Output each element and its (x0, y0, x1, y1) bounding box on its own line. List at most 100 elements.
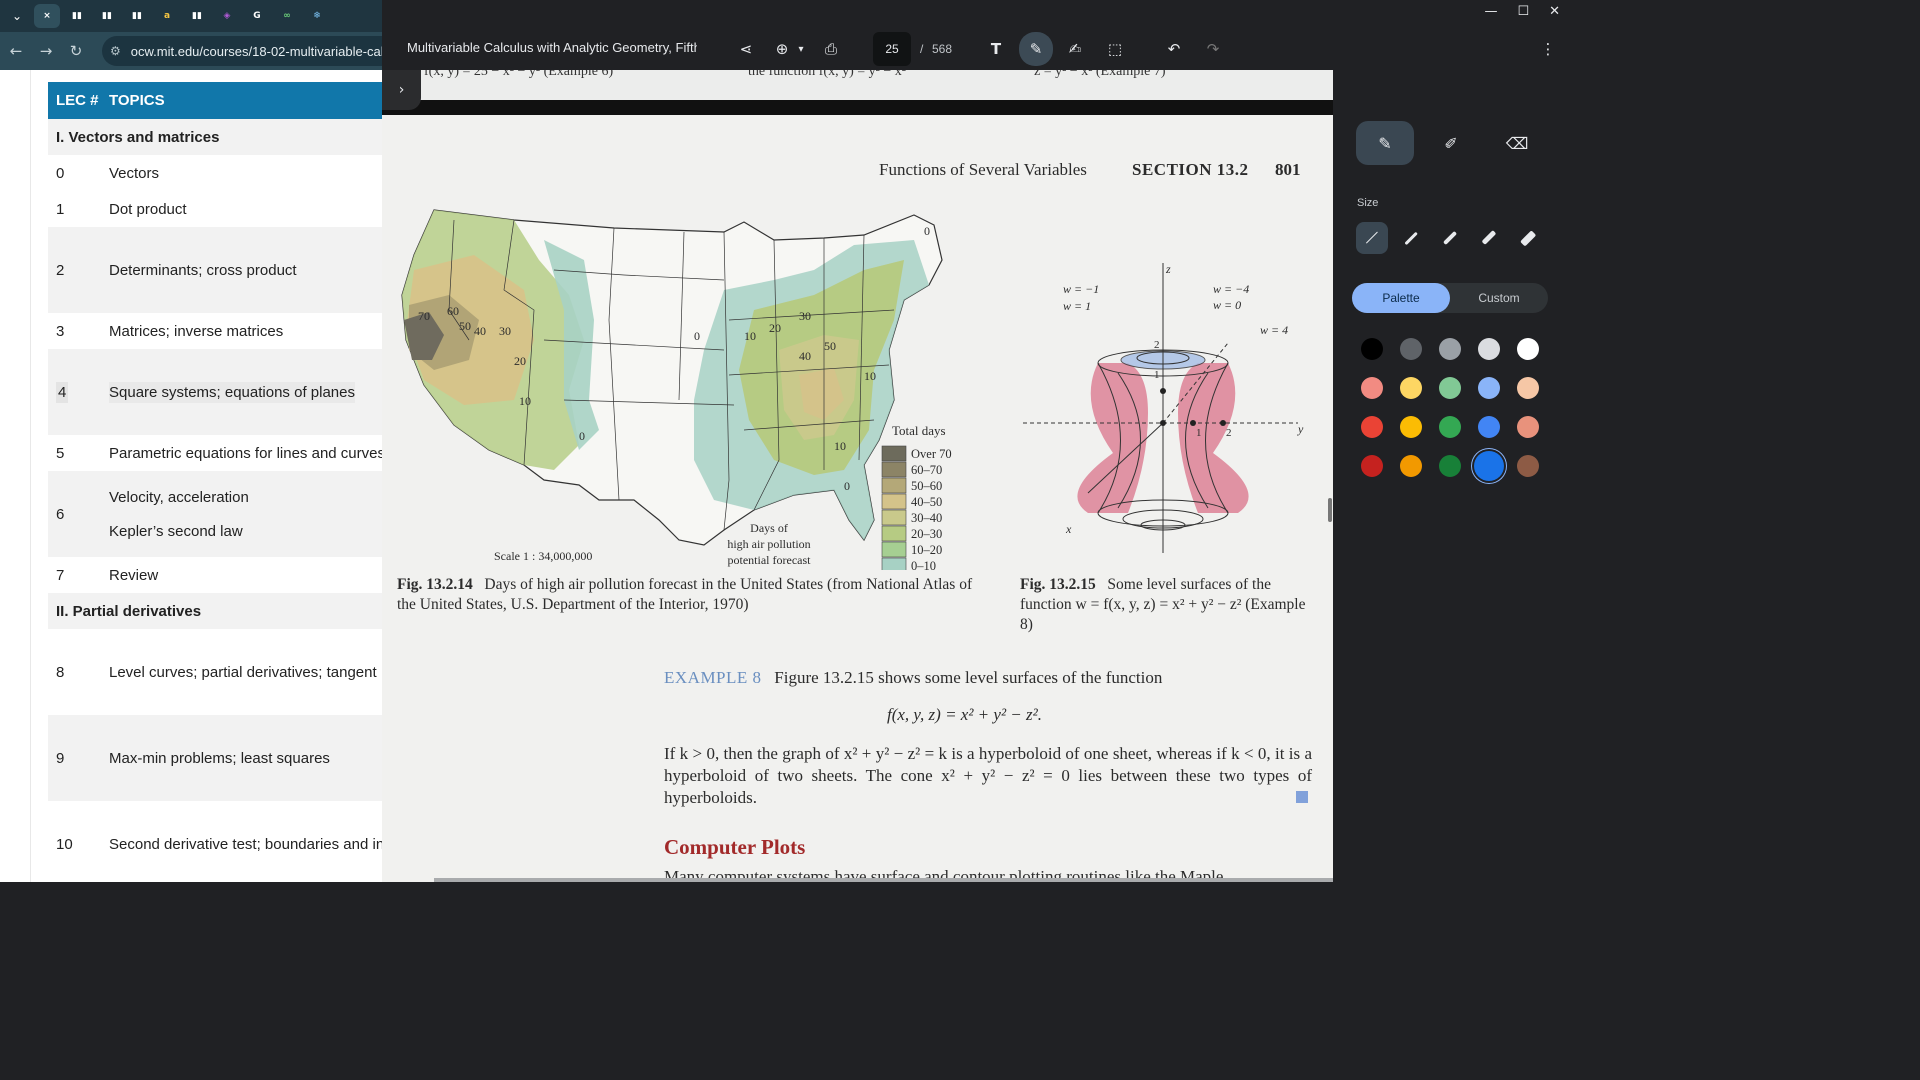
stroke-size-icon (1481, 230, 1497, 246)
annotation-marker[interactable] (1296, 791, 1308, 803)
color-swatch[interactable] (1400, 377, 1422, 399)
color-swatch[interactable] (1478, 377, 1500, 399)
address-bar[interactable]: ⚙ ocw.mit.edu/courses/18-02-multivariabl… (102, 36, 382, 66)
color-swatch[interactable] (1400, 416, 1422, 438)
color-swatch[interactable] (1478, 416, 1500, 438)
annotation-panel: ✎ ✐ ⌫ Size Palette Custom (1333, 70, 1568, 882)
legend-swatch (881, 509, 907, 526)
palette-tab[interactable]: Palette (1352, 283, 1450, 313)
reload-icon[interactable]: ↻ (68, 42, 84, 60)
tab-favicon-icon: G (253, 11, 261, 21)
color-swatch[interactable] (1439, 416, 1461, 438)
legend-label: 30–40 (911, 511, 942, 525)
color-swatch[interactable] (1517, 377, 1539, 399)
color-swatch[interactable] (1517, 338, 1539, 360)
color-swatch[interactable] (1517, 455, 1539, 477)
calendar-table: LEC # TOPICS I. Vectors and matrices 0 Vec… (48, 82, 382, 882)
color-swatch[interactable] (1400, 338, 1422, 360)
color-swatch[interactable] (1361, 377, 1383, 399)
redo-icon[interactable]: ↷ (1199, 36, 1227, 62)
label-w-4: w = 4 (1260, 323, 1288, 337)
map-caption-line: potential forecast (728, 553, 812, 567)
site-info-icon[interactable]: ⚙ (110, 44, 121, 58)
stroke-size-button[interactable] (1434, 222, 1466, 254)
selection-icon[interactable]: ⬚ (1101, 36, 1129, 62)
signature-icon[interactable]: ✍ (1061, 36, 1089, 62)
legend-swatch (881, 525, 907, 542)
table-row: 6 Velocity, acceleration Kepler’s second l… (48, 471, 382, 557)
browser-tab[interactable]: ❄ (304, 4, 330, 28)
color-swatch[interactable] (1439, 338, 1461, 360)
close-icon[interactable]: ✕ (1549, 4, 1560, 19)
vertical-scrollbar[interactable] (1328, 498, 1332, 522)
pdf-toolbar: Multivariable Calculus with Analytic Geo… (382, 28, 1568, 70)
section-row: II. Partial derivatives (48, 593, 382, 629)
draw-mode-icon[interactable]: ✎ (1019, 32, 1053, 66)
figure-caption-13-2-14: Fig. 13.2.14 Days of high air pollution … (397, 575, 987, 615)
zoom-dropdown-icon[interactable]: ▾ (787, 36, 815, 62)
header-lec: LEC # (56, 92, 99, 109)
tab-favicon-icon: ▮▮ (192, 11, 202, 21)
label-w-1: w = 1 (1063, 299, 1091, 313)
stroke-size-button[interactable] (1395, 222, 1427, 254)
color-swatch[interactable] (1517, 416, 1539, 438)
color-swatch[interactable] (1361, 338, 1383, 360)
sidebar-toggle-icon[interactable]: › (382, 70, 421, 110)
browser-tab[interactable]: ▮▮ (184, 4, 210, 28)
browser-tab[interactable]: ∞ (274, 4, 300, 28)
color-swatch[interactable] (1400, 455, 1422, 477)
color-swatch[interactable] (1474, 451, 1504, 481)
highlighter-tool-icon[interactable]: ✐ (1422, 121, 1480, 165)
color-swatch[interactable] (1439, 455, 1461, 477)
fig-label-13-2-15: Fig. 13.2.15 (1020, 576, 1096, 593)
label-w-neg1: w = −1 (1063, 282, 1099, 296)
pdf-content[interactable]: › f(x, y) = 25 − x² − y² (Example 6) the… (382, 70, 1333, 882)
address-url: ocw.mit.edu/courses/18-02-multivariable-… (130, 43, 382, 59)
tab-close-icon[interactable]: × (34, 4, 60, 28)
browser-tab[interactable]: ◈ (214, 4, 240, 28)
stroke-size-button[interactable] (1473, 222, 1505, 254)
more-options-icon[interactable]: ⋮ (1534, 36, 1562, 62)
back-icon[interactable]: ← (8, 42, 24, 60)
page-number-input[interactable]: 25 (873, 32, 911, 66)
contour-label: 30 (499, 324, 511, 338)
color-swatch[interactable] (1439, 377, 1461, 399)
browser-tab[interactable]: G (244, 4, 270, 28)
forward-icon[interactable]: → (38, 42, 54, 60)
stroke-size-icon (1520, 230, 1536, 246)
legend-swatch (881, 461, 907, 478)
custom-tab[interactable]: Custom (1450, 283, 1548, 313)
color-swatch[interactable] (1361, 455, 1383, 477)
tab-search-menu-button[interactable]: ⌄ (4, 4, 30, 28)
lecture-number: 1 (56, 200, 65, 218)
lecture-number: 10 (56, 835, 73, 853)
lecture-number: 4 (56, 381, 69, 403)
stroke-size-button[interactable] (1356, 222, 1388, 254)
eraser-tool-icon[interactable]: ⌫ (1488, 121, 1546, 165)
color-palette (1361, 338, 1539, 481)
browser-tab[interactable]: ▮▮ (124, 4, 150, 28)
stroke-size-button[interactable] (1512, 222, 1544, 254)
browser-tab[interactable]: a (154, 4, 180, 28)
lecture-topic: Level curves; partial derivatives; tange… (109, 663, 377, 681)
print-icon[interactable]: ⎙ (817, 36, 845, 62)
maximize-icon[interactable]: ☐ (1517, 4, 1529, 19)
example-paragraph: If k > 0, then the graph of x² + y² − z²… (664, 744, 1312, 807)
contour-label: 30 (799, 309, 811, 323)
browser-tab[interactable]: ▮▮ (94, 4, 120, 28)
stroke-size-icon (1365, 231, 1379, 245)
lecture-number: 9 (56, 749, 65, 767)
color-swatch[interactable] (1478, 338, 1500, 360)
browser-tab[interactable]: ▮▮ (64, 4, 90, 28)
minimize-icon[interactable]: — (1484, 4, 1497, 19)
tick-z-2: 2 (1154, 339, 1160, 351)
text-icon[interactable]: T (982, 36, 1010, 62)
undo-icon[interactable]: ↶ (1160, 36, 1188, 62)
horizontal-scrollbar[interactable] (434, 878, 1333, 882)
share-icon[interactable]: ⋖ (732, 36, 760, 62)
color-swatch[interactable] (1361, 416, 1383, 438)
tick-y-2: 2 (1226, 427, 1232, 439)
fig-text-13-2-14: Days of high air pollution forecast in t… (397, 576, 973, 613)
pen-tool-icon[interactable]: ✎ (1356, 121, 1414, 165)
legend-label: 50–60 (911, 479, 942, 493)
